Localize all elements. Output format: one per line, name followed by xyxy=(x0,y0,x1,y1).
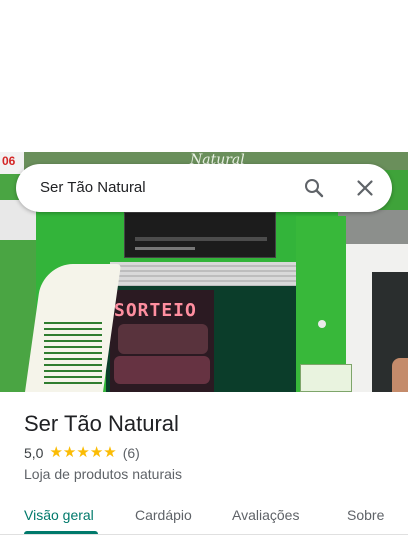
photo-awning-right xyxy=(338,210,408,244)
search-input[interactable]: Ser Tão Natural xyxy=(40,178,146,198)
photo-window-decal xyxy=(118,324,208,354)
photo-person xyxy=(392,358,408,392)
tab-overview[interactable]: Visão geral xyxy=(24,506,94,524)
photo-black-sign-line xyxy=(135,247,195,250)
search-bar[interactable]: Ser Tão Natural xyxy=(16,164,392,212)
place-category[interactable]: Loja de produtos naturais xyxy=(24,465,182,483)
star-icon: ★ xyxy=(62,444,77,461)
photo-shutter xyxy=(110,262,298,286)
place-title: Ser Tão Natural xyxy=(24,411,179,436)
photo-banner-text-lines xyxy=(44,318,102,388)
tab-reviews[interactable]: Avaliações xyxy=(232,506,299,524)
photo-small-sign xyxy=(300,364,352,392)
star-icon: ★ xyxy=(103,444,117,461)
rating-value: 5,0 xyxy=(24,445,44,461)
search-icon[interactable] xyxy=(302,176,326,200)
top-blank-area xyxy=(0,0,408,152)
review-count[interactable]: (6) xyxy=(123,445,140,461)
star-rating: ★ ★ ★ ★ ★ xyxy=(49,445,116,461)
tab-menu[interactable]: Cardápio xyxy=(135,506,192,524)
tab-bar: Visão geral Cardápio Avaliações Sobre xyxy=(0,494,408,544)
rating-row[interactable]: 5,0 ★ ★ ★ ★ ★ (6) xyxy=(24,444,140,462)
photo-wall-fixture xyxy=(318,320,326,328)
photo-shop-number: 06 xyxy=(0,152,24,174)
star-icon: ★ xyxy=(76,444,90,461)
photo-window-text: SORTEIO xyxy=(114,300,197,321)
photo-window-decal xyxy=(114,356,210,384)
tab-about[interactable]: Sobre xyxy=(347,506,384,524)
star-icon: ★ xyxy=(89,444,104,461)
star-icon: ★ xyxy=(49,444,63,461)
photo-black-sign-line xyxy=(135,237,267,241)
tab-divider xyxy=(0,534,408,535)
close-icon[interactable] xyxy=(353,176,377,200)
photo-black-sign xyxy=(124,212,276,258)
